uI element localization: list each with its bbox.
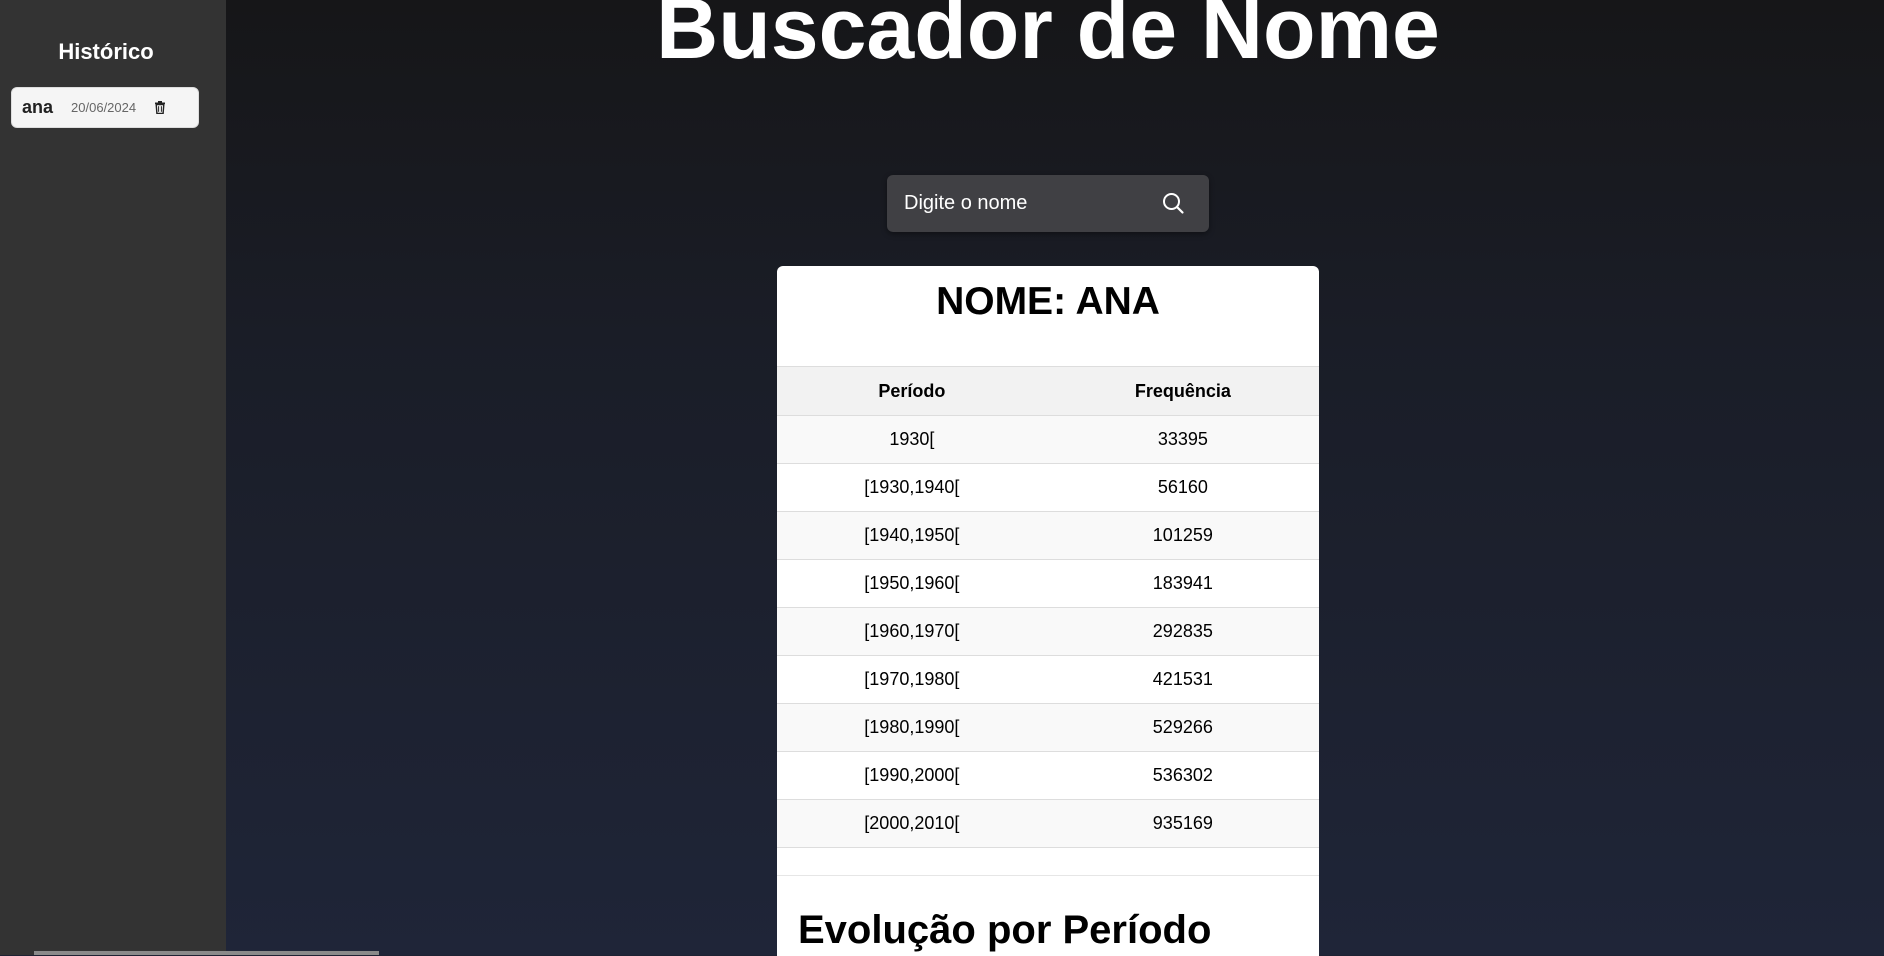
period-cell: [1960,1970[ — [777, 607, 1047, 656]
table-row: [1980,1990[ 529266 — [777, 703, 1319, 752]
frequency-cell: 33395 — [1046, 415, 1319, 464]
table-row: [1960,1970[ 292835 — [777, 607, 1319, 656]
period-cell: [1930,1940[ — [777, 463, 1047, 512]
period-cell: [1940,1950[ — [777, 511, 1047, 560]
column-header-frequency: Frequência — [1046, 366, 1319, 416]
frequency-cell: 536302 — [1046, 751, 1319, 800]
chart-section-title: Evolução por Período — [798, 908, 1212, 952]
frequency-cell: 421531 — [1046, 655, 1319, 704]
search-input[interactable] — [887, 175, 1157, 232]
history-item-date: 20/06/2024 — [71, 100, 137, 115]
column-header-period: Período — [777, 366, 1047, 416]
history-item[interactable]: ana 20/06/2024 — [11, 87, 199, 128]
main-content: Buscador de Nome NOME: ANA Período Frequ… — [226, 0, 1884, 956]
frequency-cell: 292835 — [1046, 607, 1319, 656]
table-header-row: Período Frequência — [777, 366, 1319, 416]
period-cell: [1980,1990[ — [777, 703, 1047, 752]
frequency-cell: 935169 — [1046, 799, 1319, 848]
result-card: NOME: ANA Período Frequência 1930[ 33395… — [777, 266, 1319, 876]
table-row: [1990,2000[ 536302 — [777, 751, 1319, 800]
sidebar-title: Histórico — [58, 39, 154, 64]
period-cell: [1950,1960[ — [777, 559, 1047, 608]
sidebar: Histórico ana 20/06/2024 — [0, 0, 226, 955]
period-cell: 1930[ — [777, 415, 1047, 464]
horizontal-scrollbar[interactable] — [34, 951, 379, 955]
history-item-name: ana — [22, 97, 54, 117]
table-row: [2000,2010[ 935169 — [777, 799, 1319, 848]
frequency-cell: 529266 — [1046, 703, 1319, 752]
table-row: [1940,1950[ 101259 — [777, 511, 1319, 560]
period-cell: [1990,2000[ — [777, 751, 1047, 800]
period-cell: [1970,1980[ — [777, 655, 1047, 704]
frequency-cell: 183941 — [1046, 559, 1319, 608]
frequency-cell: 56160 — [1046, 463, 1319, 512]
table-row: 1930[ 33395 — [777, 415, 1319, 464]
frequency-table: Período Frequência 1930[ 33395 [1930,194… — [777, 366, 1319, 848]
chart-card: Evolução por Período — [777, 875, 1319, 956]
table-row: [1970,1980[ 421531 — [777, 655, 1319, 704]
result-title: NOME: ANA — [936, 280, 1160, 323]
period-cell: [2000,2010[ — [777, 799, 1047, 848]
table-row: [1930,1940[ 56160 — [777, 463, 1319, 512]
search-icon[interactable] — [1161, 191, 1185, 215]
trash-icon[interactable] — [152, 100, 168, 116]
table-row: [1950,1960[ 183941 — [777, 559, 1319, 608]
frequency-cell: 101259 — [1046, 511, 1319, 560]
page-title: Buscador de Nome — [656, 0, 1440, 77]
